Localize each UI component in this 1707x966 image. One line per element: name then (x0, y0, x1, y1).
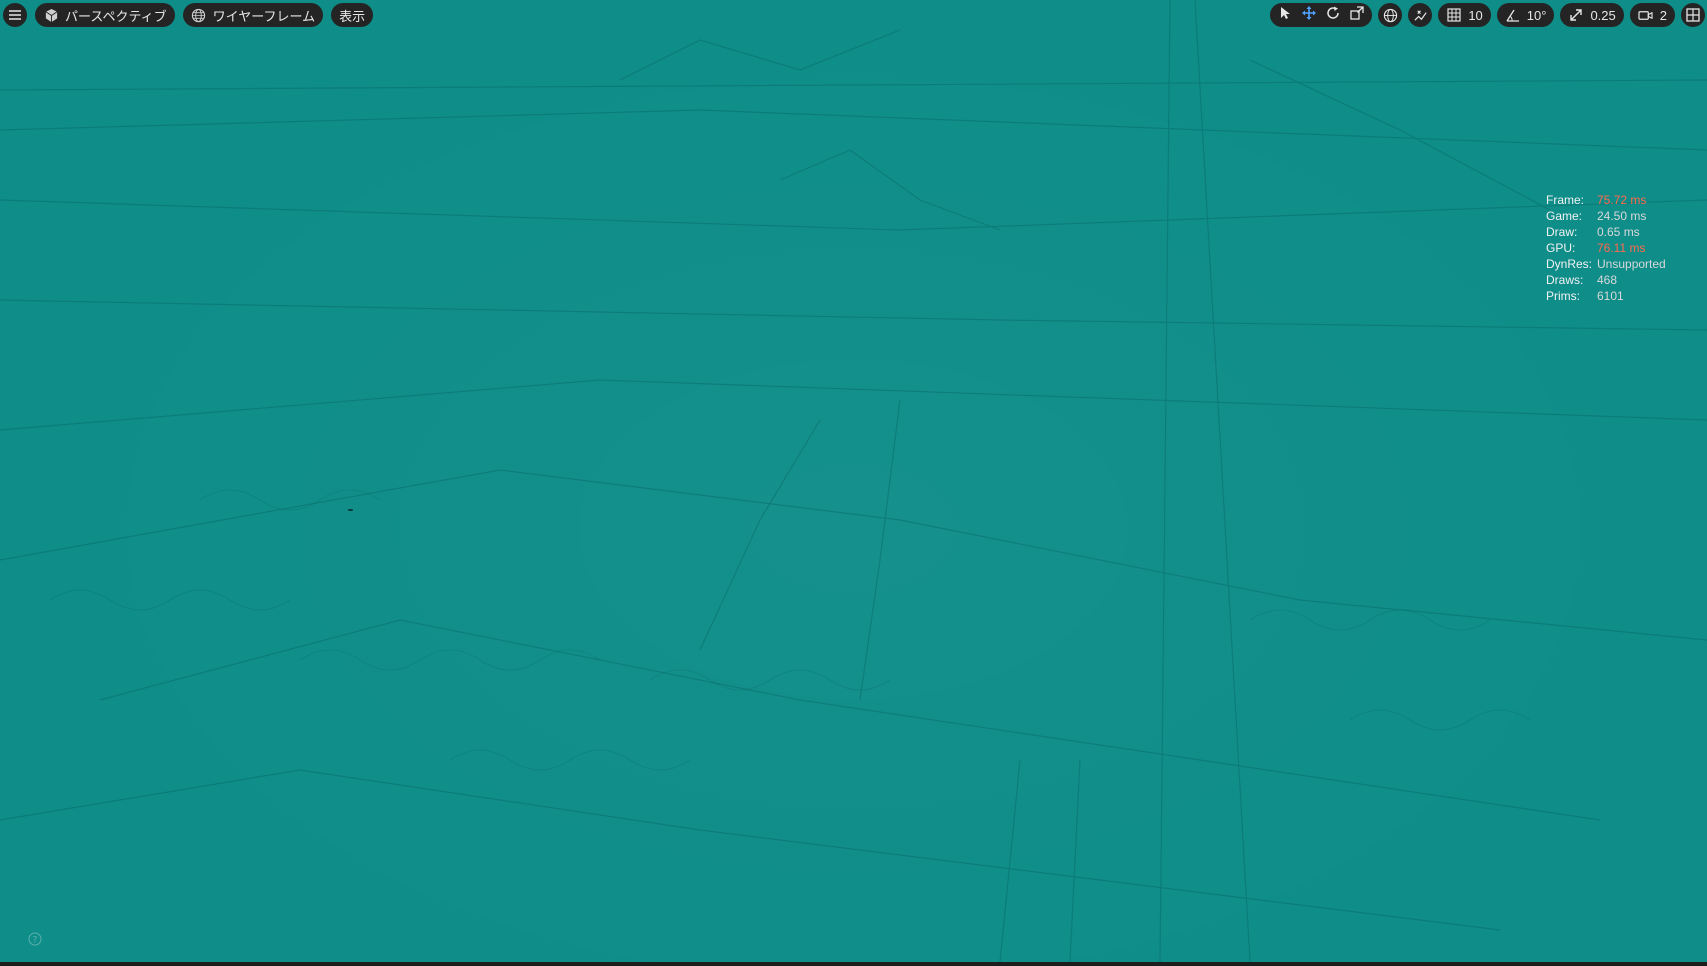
stat-label: GPU: (1546, 241, 1576, 255)
select-mode-button[interactable] (1274, 4, 1296, 26)
stat-row: Draws: 468 (1546, 272, 1666, 288)
stat-row: Draw: 0.65 ms (1546, 224, 1666, 240)
globe-icon (1382, 7, 1398, 23)
viewport-bottom-border (0, 962, 1707, 966)
viewport-toolbar-left: パースペクティブ ワイヤーフレーム 表示 (3, 3, 374, 27)
selected-actor-marker[interactable] (348, 509, 353, 511)
camera-speed-value: 2 (1659, 7, 1667, 23)
stat-value: 0.65 ms (1597, 225, 1640, 239)
stat-row: GPU: 76.11 ms (1546, 240, 1666, 256)
grid-icon (1446, 7, 1462, 23)
grid-snap-value: 10 (1468, 7, 1483, 23)
stat-value: 76.11 ms (1597, 241, 1646, 255)
show-label: 表示 (339, 8, 366, 24)
stat-label: Draws: (1546, 273, 1584, 287)
perspective-view-button[interactable]: パースペクティブ (35, 3, 175, 27)
rotation-snap-button[interactable]: 10° (1496, 3, 1555, 27)
stat-label: Game: (1546, 209, 1583, 223)
rotate-mode-button[interactable] (1322, 4, 1344, 26)
surface-snapping-button[interactable] (1408, 3, 1433, 27)
scale-snap-button[interactable]: 0.25 (1560, 3, 1624, 27)
angle-icon (1505, 7, 1521, 23)
rotate-icon (1326, 6, 1340, 25)
stat-value: Unsupported (1597, 257, 1666, 271)
stat-label: DynRes: (1546, 257, 1593, 271)
coordinate-system-button[interactable] (1378, 3, 1403, 27)
viewport-layout-button[interactable] (1681, 3, 1705, 27)
viewport-menu-button[interactable] (3, 3, 27, 27)
transform-tools-group (1270, 3, 1373, 27)
camera-speed-button[interactable]: 2 (1629, 3, 1675, 27)
cube-icon (43, 7, 59, 23)
viewport-toolbar-right: 10 10° 0.25 2 (1270, 3, 1705, 27)
scale-mode-button[interactable] (1346, 4, 1368, 26)
diagonal-arrow-icon (1568, 7, 1584, 23)
move-arrows-icon (1302, 5, 1317, 25)
stat-label: Draw: (1546, 225, 1578, 239)
translate-mode-button[interactable] (1298, 4, 1320, 26)
show-flags-button[interactable]: 表示 (331, 3, 374, 27)
stat-row: DynRes: Unsupported (1546, 256, 1666, 272)
wireframe-globe-icon (191, 7, 207, 23)
stat-row: Prims: 6101 (1546, 288, 1666, 304)
stat-row: Game: 24.50 ms (1546, 208, 1666, 224)
view-mode-button[interactable]: ワイヤーフレーム (182, 3, 324, 27)
level-viewport[interactable] (0, 0, 1707, 962)
surface-snap-icon (1412, 7, 1428, 23)
svg-text:?: ? (33, 936, 38, 946)
stat-value: 24.50 ms (1597, 209, 1647, 223)
wireframe-ground-texture (0, 0, 1707, 962)
stat-value: 75.72 ms (1597, 193, 1647, 207)
rotation-snap-value: 10° (1526, 7, 1547, 23)
scale-icon (1350, 5, 1364, 25)
perspective-label: パースペクティブ (65, 8, 167, 24)
cursor-arrow-icon (1278, 6, 1292, 25)
grid-snap-button[interactable]: 10 (1438, 3, 1491, 27)
hamburger-menu-icon (7, 7, 23, 23)
stat-label: Frame: (1546, 193, 1585, 207)
help-question-icon[interactable]: ? (28, 932, 42, 946)
scale-snap-value: 0.25 (1590, 7, 1616, 23)
stat-value: 468 (1597, 273, 1618, 287)
camera-icon (1638, 7, 1654, 23)
stat-label: Prims: (1546, 289, 1580, 303)
stat-row: Frame: 75.72 ms (1546, 192, 1666, 208)
performance-stats-overlay: Frame: 75.72 ms Game: 24.50 ms Draw: 0.65 ms G… (1546, 192, 1666, 304)
view-mode-label: ワイヤーフレーム (212, 8, 316, 24)
layout-grid-icon (1685, 7, 1701, 23)
stat-value: 6101 (1597, 289, 1624, 303)
